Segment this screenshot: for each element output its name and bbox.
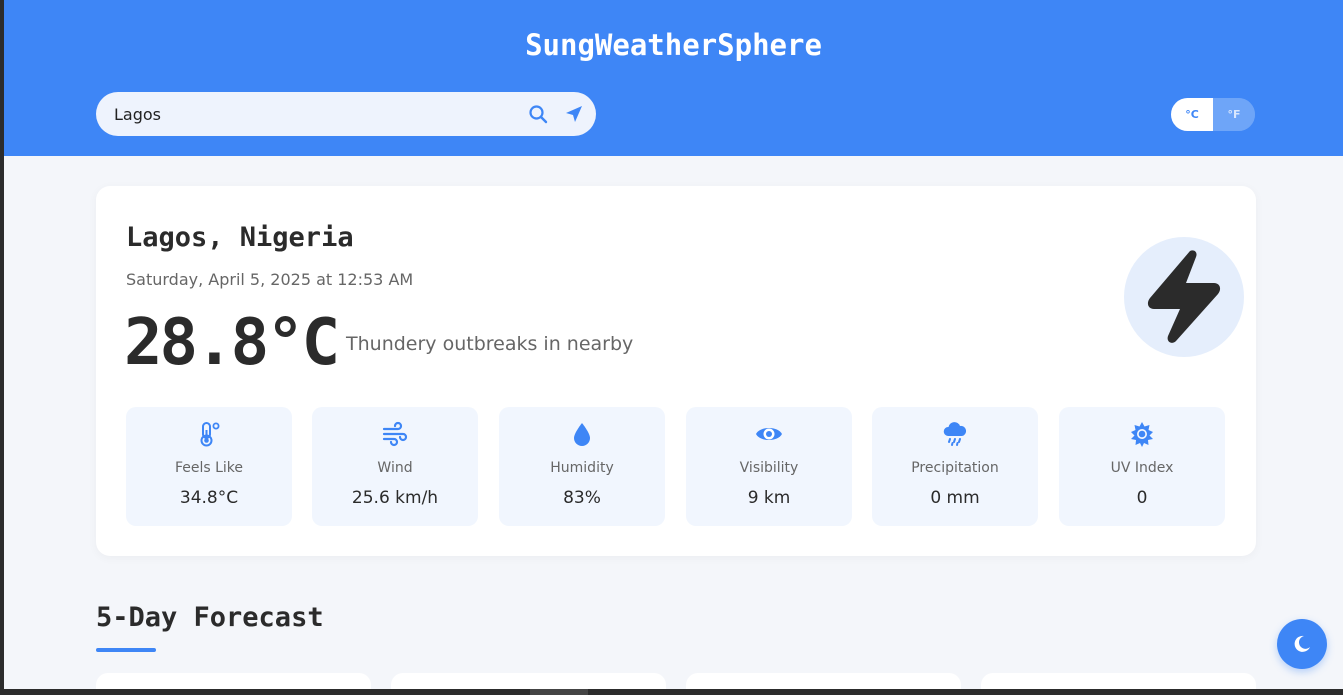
weather-stats: Feels Like 34.8°C Wind 25.6 km/h Humidit… (126, 407, 1226, 526)
stat-feels-like: Feels Like 34.8°C (126, 407, 292, 526)
stat-label: Precipitation (911, 460, 999, 476)
theme-toggle-button[interactable] (1277, 619, 1327, 669)
cloud-rain-icon (943, 422, 967, 446)
header: SungWeatherSphere °C °F (4, 0, 1343, 156)
date-time: Saturday, April 5, 2025 at 12:53 AM (126, 270, 414, 289)
location-name: Lagos, Nigeria (126, 222, 354, 253)
moon-icon (1294, 635, 1310, 652)
stat-label: UV Index (1110, 460, 1174, 476)
forecast-heading-underline (96, 648, 156, 652)
droplet-icon (574, 423, 590, 446)
thermometer-icon (200, 422, 220, 447)
current-weather-card: Lagos, Nigeria Saturday, April 5, 2025 a… (96, 186, 1256, 556)
forecast-card (96, 673, 371, 689)
lightning-bolt-icon (1147, 250, 1221, 343)
stat-value: 34.8°C (179, 488, 239, 508)
stat-value: 0 (1136, 488, 1148, 508)
celsius-button[interactable]: °C (1171, 98, 1213, 131)
taskbar-fragment (530, 689, 588, 695)
forecast-card (391, 673, 666, 689)
unit-toggle: °C °F (1171, 98, 1255, 131)
forecast-heading: 5-Day Forecast (96, 602, 324, 633)
stat-precipitation: Precipitation 0 mm (872, 407, 1038, 526)
stat-uv-index: UV Index 0 (1059, 407, 1225, 526)
forecast-card (981, 673, 1256, 689)
stat-visibility: Visibility 9 km (686, 407, 852, 526)
forecast-card (686, 673, 961, 689)
stat-value: 25.6 km/h (351, 488, 439, 508)
app-window: SungWeatherSphere °C °F Lagos, Nigeria S… (4, 0, 1343, 689)
search-bar (96, 92, 596, 136)
wind-icon (382, 421, 408, 447)
fahrenheit-button[interactable]: °F (1213, 98, 1255, 131)
stat-value: 83% (563, 488, 601, 508)
sun-icon (1131, 422, 1153, 447)
stat-value: 0 mm (930, 488, 980, 508)
search-input[interactable] (114, 92, 514, 136)
weather-condition: Thundery outbreaks in nearby (346, 333, 634, 355)
eye-icon (756, 428, 782, 440)
stat-wind: Wind 25.6 km/h (312, 407, 478, 526)
current-temperature: 28.8°C (124, 306, 340, 380)
stat-label: Humidity (550, 460, 614, 476)
stat-label: Feels Like (174, 460, 244, 476)
location-arrow-icon[interactable] (564, 104, 584, 124)
weather-icon-badge (1124, 237, 1244, 357)
search-icon[interactable] (528, 104, 548, 124)
stat-label: Visibility (739, 460, 799, 476)
stat-humidity: Humidity 83% (499, 407, 665, 526)
stat-value: 9 km (747, 488, 791, 508)
stat-label: Wind (377, 460, 413, 476)
app-title: SungWeatherSphere (525, 28, 822, 62)
